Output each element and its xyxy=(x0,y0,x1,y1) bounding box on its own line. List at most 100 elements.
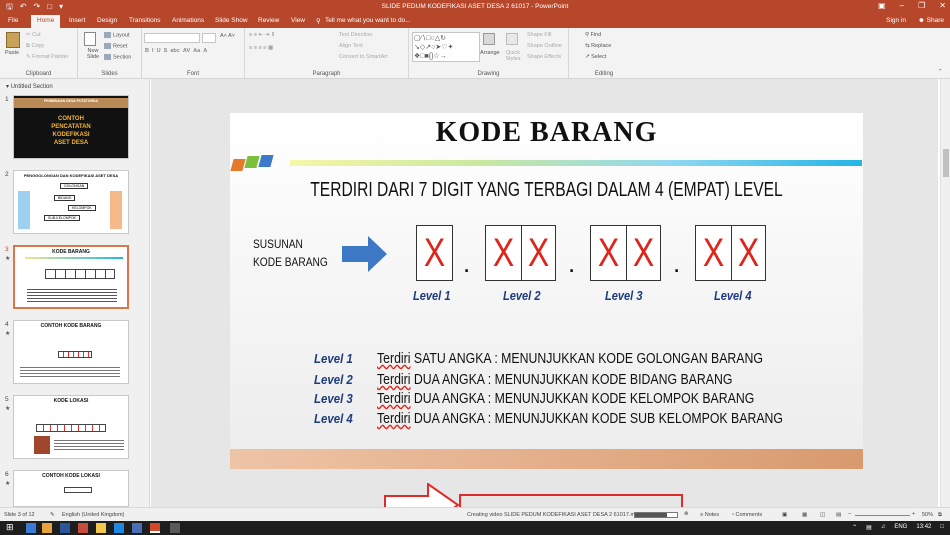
tray-arrow-icon[interactable]: ⌃ xyxy=(852,524,857,531)
section-header[interactable]: ▾ Untitled Section xyxy=(6,83,53,90)
digit-box-level-3[interactable]: X X xyxy=(590,225,661,281)
fit-to-window-icon[interactable]: ⧉ xyxy=(938,512,942,519)
list-buttons[interactable]: ≡ ≡ ⇤ ⇥ ⇕ xyxy=(249,32,275,38)
zoom-slider[interactable] xyxy=(855,515,910,516)
tab-design[interactable]: Design xyxy=(97,17,117,24)
quick-styles-button[interactable]: Quick Styles xyxy=(504,50,522,62)
replace-button[interactable]: ⇆ Replace xyxy=(585,43,611,49)
scrollbar-thumb[interactable] xyxy=(943,149,949,177)
tab-view[interactable]: View xyxy=(291,17,305,24)
ribbon-display-icon[interactable]: ▣ xyxy=(878,1,886,10)
restore-icon[interactable]: ❐ xyxy=(918,1,925,10)
tab-transitions[interactable]: Transitions xyxy=(129,17,161,24)
share-button[interactable]: ☻ Share xyxy=(918,17,944,24)
editor-scrollbar[interactable] xyxy=(940,79,950,507)
chrome-icon[interactable] xyxy=(96,523,106,533)
collapse-ribbon-icon[interactable]: ⌃ xyxy=(938,69,943,75)
folder-icon[interactable] xyxy=(42,523,52,533)
sign-in-link[interactable]: Sign in xyxy=(886,17,906,24)
new-slide-icon[interactable] xyxy=(84,32,96,46)
align-buttons[interactable]: ≡ ≡ ≡ ≡ ▦ xyxy=(249,45,273,51)
thumbnail-slide-5[interactable]: KODE LOKASI xyxy=(13,395,129,459)
notes-button[interactable]: ≡ Notes xyxy=(700,512,719,518)
slide-counter[interactable]: Slide 3 of 12 xyxy=(4,512,35,518)
tab-insert[interactable]: Insert xyxy=(69,17,85,24)
tell-me-box[interactable]: Tell me what you want to do... xyxy=(325,17,411,24)
close-icon[interactable]: ✕ xyxy=(939,1,946,10)
comments-button[interactable]: ▫ Comments xyxy=(732,512,762,518)
thumbnails-scrollbar[interactable] xyxy=(141,88,146,506)
new-slide-button[interactable]: New Slide xyxy=(82,48,104,60)
zoom-out-icon[interactable]: − xyxy=(848,511,851,517)
cut-button[interactable]: ✂ Cut xyxy=(26,32,41,38)
copy-button[interactable]: ⧉ Copy xyxy=(26,43,44,50)
convert-smartart-button[interactable]: Convert to SmartArt xyxy=(339,54,388,60)
susunan-label[interactable]: SUSUNAN xyxy=(253,237,303,251)
language-indicator[interactable]: English (United Kingdom) xyxy=(62,512,124,518)
thumbnail-slide-2[interactable]: PENGGOLONGAN DAN KODEFIKASI ASET DESA GO… xyxy=(13,170,129,234)
windows-start-icon[interactable]: ⊞ xyxy=(6,522,16,532)
font-grow-icon[interactable]: A˄ A˅ xyxy=(220,33,235,39)
input-language[interactable]: ENG xyxy=(894,524,907,531)
tab-home[interactable]: Home xyxy=(31,15,61,28)
zoom-in-icon[interactable]: + xyxy=(912,511,915,517)
powerpoint-icon[interactable] xyxy=(150,523,160,533)
shape-effects-button[interactable]: Shape Effects xyxy=(527,54,561,60)
thumbnail-slide-4[interactable]: CONTOH KODE BARANG xyxy=(13,320,129,384)
clock[interactable]: 13:42 xyxy=(916,524,931,531)
digit-box-level-4[interactable]: X X xyxy=(695,225,766,281)
taskbar-app-icon[interactable] xyxy=(170,523,180,533)
find-button[interactable]: ⚲ Find xyxy=(585,32,601,38)
layout-button[interactable]: Layout xyxy=(104,32,130,38)
align-text-button[interactable]: Align Text xyxy=(339,43,363,49)
quick-styles-icon[interactable] xyxy=(506,33,518,45)
slide-sorter-icon[interactable]: ▦ xyxy=(802,512,807,518)
tab-review[interactable]: Review xyxy=(258,17,279,24)
format-painter-button[interactable]: ✎ Format Painter xyxy=(26,54,69,60)
shape-fill-button[interactable]: Shape Fill xyxy=(527,32,551,38)
shape-outline-button[interactable]: Shape Outline xyxy=(527,43,562,49)
digit-box-level-2[interactable]: X X xyxy=(485,225,556,281)
reset-button[interactable]: Reset xyxy=(104,43,127,49)
paste-button[interactable]: Paste xyxy=(5,50,19,56)
slide-canvas[interactable]: KODE BARANG TERDIRI DARI 7 DIGIT YANG TE… xyxy=(230,113,863,469)
paste-icon[interactable] xyxy=(6,32,20,48)
word-icon[interactable] xyxy=(60,523,70,533)
susunan-label[interactable]: KODE BARANG xyxy=(253,255,328,269)
thumbnail-slide-3[interactable]: KODE BARANG xyxy=(13,245,129,309)
shapes-gallery[interactable]: ▢∕∖□○△↻ ↘◇↗○➤♡✦ ❖□■{}☆→ xyxy=(412,32,480,62)
font-size-box[interactable] xyxy=(202,33,216,43)
arrange-button[interactable]: Arrange xyxy=(480,50,500,56)
thumbnail-slide-1[interactable]: PEMBINAAN DESA PUTATORDA CONTOH PENCATAT… xyxy=(13,95,129,159)
font-name-box[interactable] xyxy=(144,33,200,43)
normal-view-icon[interactable]: ▣ xyxy=(782,512,787,518)
tab-file[interactable]: File xyxy=(8,17,18,24)
zoom-level[interactable]: 50% xyxy=(922,512,933,518)
tab-animations[interactable]: Animations xyxy=(172,17,204,24)
photoshop-icon[interactable] xyxy=(114,523,124,533)
level-caption[interactable]: Level 2 xyxy=(503,288,540,303)
taskbar-app-icon[interactable] xyxy=(132,523,142,533)
text-direction-button[interactable]: Text Direction xyxy=(339,32,372,38)
slide-subtitle[interactable]: TERDIRI DARI 7 DIGIT YANG TERBAGI DALAM … xyxy=(300,179,794,202)
slideshow-view-icon[interactable]: ▤ xyxy=(836,512,841,518)
right-arrow-shape[interactable] xyxy=(342,234,388,274)
level-caption[interactable]: Level 4 xyxy=(714,288,751,303)
select-button[interactable]: ↗ Select xyxy=(585,54,606,60)
network-icon[interactable]: ▤ xyxy=(866,524,872,531)
volume-icon[interactable]: ♫ xyxy=(881,524,886,531)
level-caption[interactable]: Level 3 xyxy=(605,288,642,303)
thumbnail-slide-6[interactable]: CONTOH KODE LOKASI xyxy=(13,470,129,507)
arrange-icon[interactable] xyxy=(483,33,495,45)
digit-box-level-1[interactable]: X xyxy=(416,225,453,281)
cancel-export-icon[interactable]: ⊗ xyxy=(684,511,689,517)
notifications-icon[interactable]: □ xyxy=(940,524,944,531)
minimize-icon[interactable]: – xyxy=(900,1,904,10)
section-button[interactable]: Section xyxy=(104,54,131,60)
tab-slide-show[interactable]: Slide Show xyxy=(215,17,248,24)
level-caption[interactable]: Level 1 xyxy=(413,288,450,303)
acrobat-icon[interactable] xyxy=(78,523,88,533)
taskbar-app-icon[interactable] xyxy=(26,523,36,533)
reading-view-icon[interactable]: ◫ xyxy=(820,512,825,518)
font-style-buttons[interactable]: B I U S abc AV Aa A xyxy=(145,48,207,54)
